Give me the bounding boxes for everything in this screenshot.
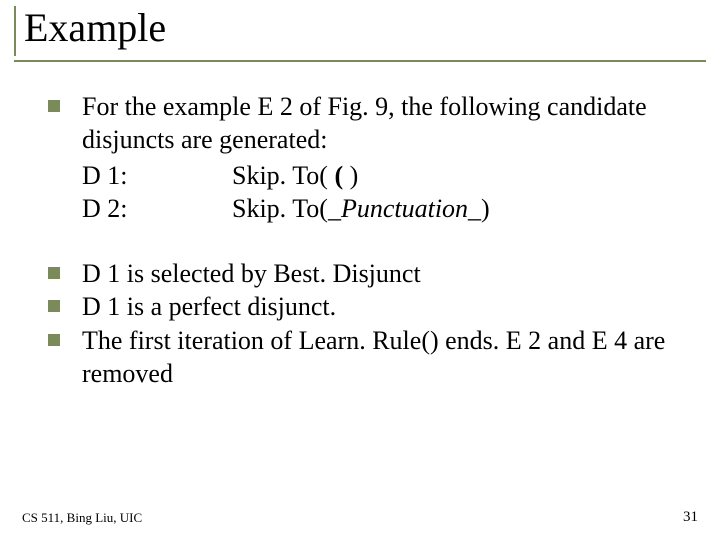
val-italic: _Punctuation_ xyxy=(328,194,481,223)
disjunct-val: Skip. To(_Punctuation_) xyxy=(232,192,688,225)
p2-text: D 1 is selected by Best. Disjunct xyxy=(82,257,688,290)
val-suffix: ) xyxy=(343,161,358,190)
disjunct-val: Skip. To( ( ) xyxy=(232,159,688,192)
bullet-item-2: D 1 is selected by Best. Disjunct xyxy=(48,257,688,290)
bullet-item-4: The first iteration of Learn. Rule() end… xyxy=(48,324,688,391)
square-bullet-icon xyxy=(48,300,60,312)
square-bullet-icon xyxy=(48,267,60,279)
disjunct-key: D 1: xyxy=(82,159,232,192)
val-suffix: ) xyxy=(481,194,490,223)
slide-number: 31 xyxy=(683,509,698,526)
val-prefix: Skip. To( xyxy=(232,194,328,223)
p3-text: D 1 is a perfect disjunct. xyxy=(82,290,688,323)
title-wrap: Example xyxy=(14,6,186,56)
slide-body: For the example E 2 of Fig. 9, the follo… xyxy=(48,90,688,390)
disjunct-row-1: D 1: Skip. To( ( ) xyxy=(82,159,688,192)
disjunct-key: D 2: xyxy=(82,192,232,225)
disjunct-table: D 1: Skip. To( ( ) D 2: Skip. To(_Punctu… xyxy=(82,159,688,226)
square-bullet-icon xyxy=(48,334,60,346)
disjunct-row-2: D 2: Skip. To(_Punctuation_) xyxy=(82,192,688,225)
bullet-item-1: For the example E 2 of Fig. 9, the follo… xyxy=(48,90,688,225)
title-underline xyxy=(14,60,706,62)
p4-text: The first iteration of Learn. Rule() end… xyxy=(82,324,688,391)
square-bullet-icon xyxy=(48,100,60,112)
p1-intro: For the example E 2 of Fig. 9, the follo… xyxy=(82,90,688,157)
bullet-item-3: D 1 is a perfect disjunct. xyxy=(48,290,688,323)
val-bold: ( xyxy=(334,161,343,190)
spacer xyxy=(48,225,688,257)
slide: Example For the example E 2 of Fig. 9, t… xyxy=(0,0,720,540)
slide-title: Example xyxy=(24,6,186,50)
footer-left: CS 511, Bing Liu, UIC xyxy=(22,510,142,526)
val-prefix: Skip. To( xyxy=(232,161,334,190)
